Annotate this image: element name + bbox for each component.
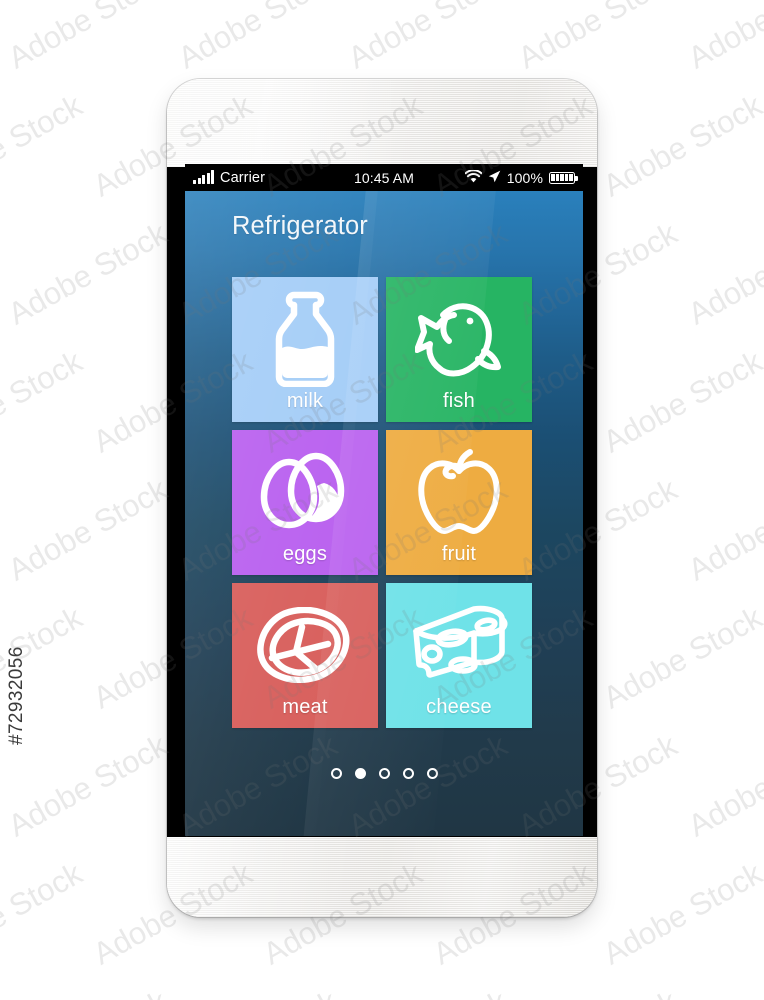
tile-label: fruit (441, 543, 477, 565)
watermark-text: Adobe Stock (682, 0, 764, 76)
page-dot-5[interactable] (426, 768, 438, 779)
watermark-text: Adobe Stock (512, 0, 684, 76)
tile-label: eggs (282, 543, 328, 565)
watermark-text: Adobe Stock (682, 216, 764, 332)
tile-meat[interactable]: meat (232, 583, 378, 728)
tile-milk[interactable]: milk (232, 277, 378, 422)
watermark-text: Adobe Stock (2, 0, 174, 76)
app-content: Refrigerator milk fish eggs fruit meat c… (185, 191, 583, 836)
watermark-text: Adobe Stock (0, 984, 4, 1000)
page-dot-1[interactable] (330, 768, 342, 779)
watermark-text: Adobe Stock (2, 984, 173, 1000)
tile-label: fish (443, 390, 475, 412)
page-title: Refrigerator (232, 212, 368, 240)
tile-label: milk (286, 390, 324, 412)
location-arrow-icon (488, 170, 501, 186)
watermark-text: Adobe Stock (172, 984, 343, 1000)
tile-eggs[interactable]: eggs (232, 430, 378, 575)
watermark-text: Adobe Stock (0, 0, 4, 76)
watermark-text: Adobe Stock (682, 984, 764, 1000)
watermark-text: Adobe Stock (0, 727, 4, 844)
watermark-text: Adobe Stock (2, 471, 174, 588)
stock-photo-id: #72932056 (6, 646, 27, 745)
watermark-text: Adobe Stock (682, 728, 764, 844)
watermark-text: Adobe Stock (597, 599, 764, 716)
wifi-icon (464, 168, 483, 186)
phone-screen: Carrier 10:45 AM 100% Refrigerator milk … (185, 164, 583, 836)
watermark-text: Adobe Stock (0, 87, 89, 204)
watermark-text: Adobe Stock (597, 855, 764, 972)
tile-label: cheese (426, 696, 492, 718)
tile-label: meat (282, 696, 328, 718)
watermark-text: Adobe Stock (597, 343, 764, 460)
watermark-text: Adobe Stock (597, 87, 764, 204)
tile-fish[interactable]: fish (386, 277, 532, 422)
category-tile-grid: milk fish eggs fruit meat cheese (232, 277, 532, 728)
page-dot-4[interactable] (402, 768, 414, 779)
page-dot-3[interactable] (378, 768, 390, 779)
page-indicator[interactable] (185, 768, 583, 779)
battery-percent-label: 100% (506, 169, 543, 186)
tile-fruit[interactable]: fruit (386, 430, 532, 575)
watermark-text: Adobe Stock (342, 0, 514, 76)
watermark-text: Adobe Stock (342, 984, 513, 1000)
watermark-text: Adobe Stock (512, 984, 683, 1000)
watermark-text: Adobe Stock (2, 727, 174, 844)
carrier-label: Carrier (220, 169, 266, 186)
milk-bottle-icon (232, 289, 378, 389)
smartphone-device: Carrier 10:45 AM 100% Refrigerator milk … (167, 79, 597, 917)
signal-bars-icon (193, 170, 214, 184)
watermark-text: Adobe Stock (0, 855, 89, 972)
eggs-icon (232, 442, 378, 542)
watermark-text: Adobe Stock (0, 343, 89, 460)
watermark-text: Adobe Stock (682, 472, 764, 588)
apple-icon (386, 442, 532, 542)
steak-icon (232, 595, 378, 695)
status-bar: Carrier 10:45 AM 100% (185, 164, 583, 191)
page-dot-2-active[interactable] (354, 768, 366, 779)
battery-full-icon (549, 171, 578, 184)
watermark-text: Adobe Stock (2, 215, 174, 332)
status-bar-right-group: 100% (464, 168, 578, 186)
cheese-wedge-icon (386, 595, 532, 695)
fish-icon (386, 289, 532, 389)
tile-cheese[interactable]: cheese (386, 583, 532, 728)
watermark-text: Adobe Stock (0, 471, 4, 588)
watermark-text: Adobe Stock (172, 0, 344, 76)
watermark-text: Adobe Stock (0, 215, 4, 332)
